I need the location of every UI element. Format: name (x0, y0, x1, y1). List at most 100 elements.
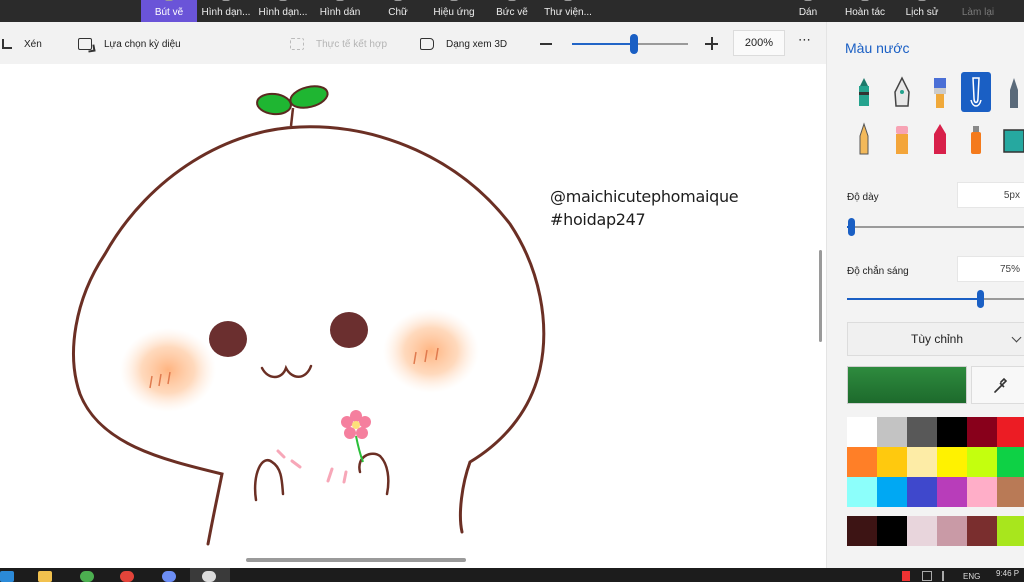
tab-brushes[interactable]: Bút vẽ (141, 0, 197, 22)
spray-can-icon[interactable] (961, 118, 991, 158)
tab-effects[interactable]: Hiệu ứng (430, 0, 478, 22)
watercolor-brush-icon[interactable] (961, 72, 991, 112)
pixel-pen-icon[interactable] (999, 72, 1024, 112)
magic-select-button[interactable]: Lựa chọn kỳ diệu (78, 36, 181, 52)
watermark-line-2: #hoidap247 (550, 210, 646, 229)
horizontal-scrollbar[interactable] (246, 558, 466, 562)
crop-button[interactable]: Xén (2, 36, 42, 52)
color-swatch[interactable] (907, 417, 937, 447)
drawing-canvas[interactable]: @maichicutephomaique #hoidap247 (0, 64, 826, 568)
tab-canvas[interactable]: Bức vẽ (494, 0, 530, 22)
tab-2d-shapes[interactable]: Hình dạn... (200, 0, 252, 22)
thickness-slider[interactable] (847, 218, 1024, 236)
redo-button[interactable]: Làm lại (960, 0, 996, 22)
history-button[interactable]: Lịch sử (904, 0, 940, 22)
undo-button[interactable]: Hoàn tác (842, 0, 888, 22)
zoom-level-field[interactable]: 200% (733, 30, 785, 56)
zoom-in-icon[interactable] (705, 37, 718, 50)
color-swatch[interactable] (937, 447, 967, 477)
magic-select-icon (78, 38, 92, 50)
clock[interactable]: 9:46 P (996, 569, 1019, 578)
tab-text[interactable]: Chữ (383, 0, 413, 22)
file-explorer-icon[interactable] (38, 571, 52, 582)
volume-icon[interactable] (942, 571, 952, 581)
opacity-slider-fill (847, 298, 980, 300)
color-swatch[interactable] (907, 477, 937, 507)
color-swatch[interactable] (847, 516, 877, 546)
tab-stickers[interactable]: Hình dán (316, 0, 364, 22)
color-mode-dropdown[interactable]: Tùy chỉnh (847, 322, 1024, 356)
oil-brush-icon[interactable] (925, 72, 955, 112)
color-swatch[interactable] (907, 516, 937, 546)
magic-select-label: Lựa chọn kỳ diệu (104, 38, 181, 50)
tab-3d-shapes[interactable]: Hình dạn... (257, 0, 309, 22)
tab-library[interactable]: Thư viện... (543, 0, 593, 22)
chrome-icon[interactable] (120, 571, 134, 582)
color-swatch[interactable] (877, 477, 907, 507)
library-tab-icon (564, 0, 572, 1)
paint3d-taskbar-button[interactable] (190, 568, 230, 582)
text-tab-icon (394, 0, 402, 1)
undo-label: Hoàn tác (844, 7, 886, 18)
color-swatch[interactable] (967, 516, 997, 546)
eraser-icon[interactable] (887, 118, 917, 158)
paste-button[interactable]: Dán (796, 0, 820, 22)
language-indicator[interactable]: ENG (963, 572, 980, 581)
battery-icon[interactable] (922, 571, 932, 581)
color-swatch[interactable] (877, 516, 907, 546)
opacity-slider-thumb[interactable] (977, 290, 984, 308)
tab-label: Bút vẽ (154, 7, 184, 18)
opacity-label: Độ chắn sáng (847, 266, 909, 277)
color-swatch[interactable] (997, 447, 1024, 477)
view-3d-label: Dạng xem 3D (446, 38, 508, 50)
color-swatch[interactable] (877, 417, 907, 447)
thickness-slider-thumb[interactable] (848, 218, 855, 236)
vertical-scrollbar[interactable] (819, 250, 822, 342)
edge-icon[interactable] (80, 571, 94, 582)
notification-icon[interactable] (902, 571, 910, 581)
color-swatch[interactable] (847, 477, 877, 507)
canvas-tab-icon (508, 0, 516, 1)
color-swatch[interactable] (847, 447, 877, 477)
opacity-field[interactable]: 75% (957, 256, 1024, 282)
zoom-out-icon[interactable] (540, 43, 552, 45)
effects-tab-icon (450, 0, 458, 1)
opacity-slider[interactable] (847, 290, 1024, 308)
cartoon-drawing (72, 85, 546, 546)
marker-icon[interactable] (849, 72, 879, 112)
color-swatch[interactable] (967, 477, 997, 507)
color-swatch[interactable] (907, 447, 937, 477)
color-swatch[interactable] (877, 447, 907, 477)
app-icon[interactable] (162, 571, 176, 582)
color-swatch[interactable] (997, 516, 1024, 546)
current-color-swatch[interactable] (847, 366, 967, 404)
calligraphy-pen-icon[interactable] (887, 72, 917, 112)
view-3d-button[interactable]: Dạng xem 3D (420, 36, 507, 52)
color-swatch[interactable] (937, 417, 967, 447)
color-swatch[interactable] (937, 477, 967, 507)
view-3d-icon (420, 38, 434, 50)
color-swatch[interactable] (937, 516, 967, 546)
fill-bucket-icon[interactable] (999, 118, 1024, 158)
color-swatch[interactable] (997, 477, 1024, 507)
mixed-reality-button[interactable]: Thực tế kết hợp (290, 36, 387, 52)
redo-label: Làm lại (961, 7, 995, 18)
more-options-icon[interactable]: ⋯ (798, 32, 812, 48)
color-swatch[interactable] (997, 417, 1024, 447)
start-icon[interactable] (0, 571, 14, 582)
crop-label: Xén (24, 38, 42, 50)
zoom-slider-thumb[interactable] (630, 34, 638, 54)
pencil-icon[interactable] (849, 118, 879, 158)
color-swatch[interactable] (847, 417, 877, 447)
crayon-icon[interactable] (925, 118, 955, 158)
brush-tab-icon (165, 0, 173, 1)
color-swatch[interactable] (967, 417, 997, 447)
mixed-reality-label: Thực tế kết hợp (316, 38, 388, 50)
color-swatch[interactable] (967, 447, 997, 477)
panel-title: Màu nước (845, 40, 910, 56)
eyedropper-button[interactable] (971, 366, 1024, 404)
thickness-field[interactable]: 5px (957, 182, 1024, 208)
tab-label: Thư viện... (544, 7, 592, 18)
watermark-text: @maichicutephomaique #hoidap247 (550, 185, 739, 231)
zoom-slider[interactable] (572, 34, 688, 54)
